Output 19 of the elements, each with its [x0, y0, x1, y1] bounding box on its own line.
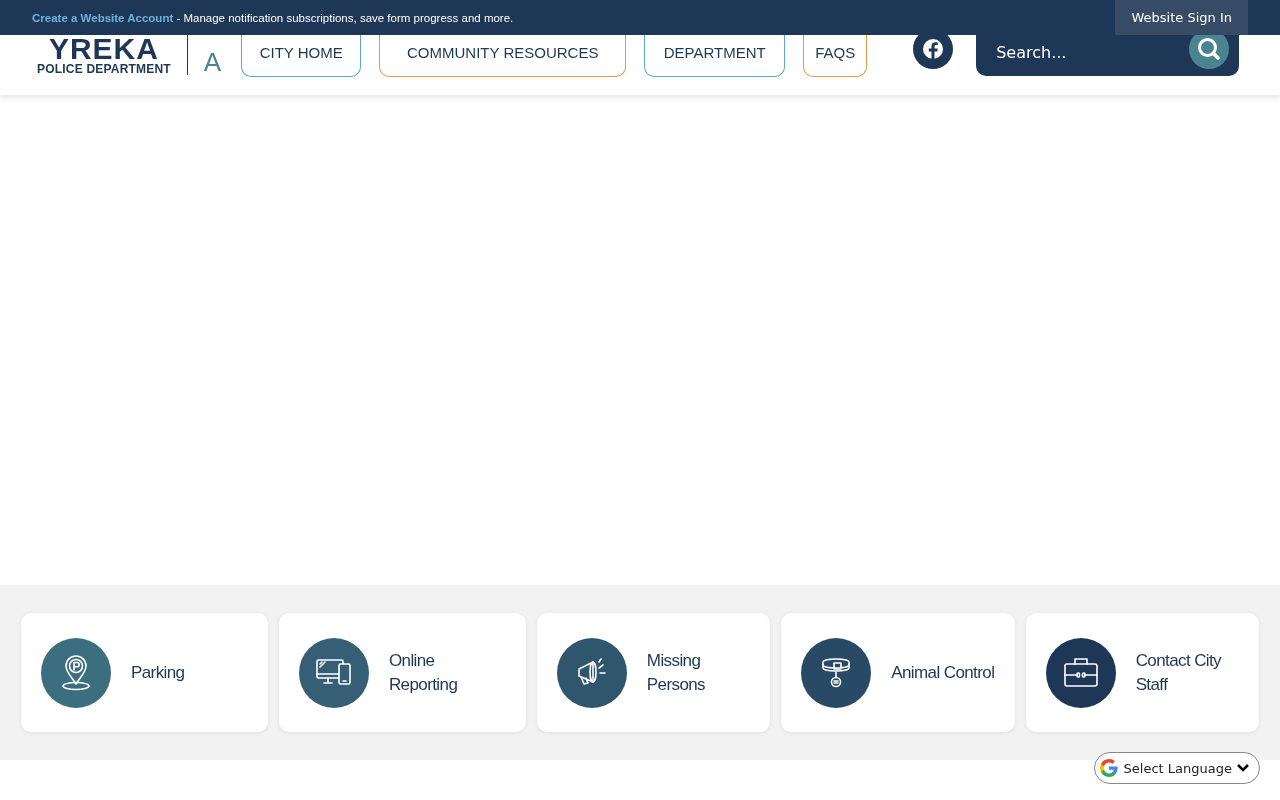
- account-message: Create a Website Account - Manage notification subscriptions, save form progress and more.: [32, 11, 514, 24]
- language-select[interactable]: Select Language: [1093, 752, 1260, 784]
- quick-link-label: Animal Control: [891, 661, 995, 684]
- google-icon: [1098, 758, 1119, 778]
- logo-wordmark[interactable]: YREKA: [48, 37, 159, 61]
- quick-link-label: Missing Persons: [646, 649, 706, 696]
- quick-link-card[interactable]: Online Reporting: [278, 613, 526, 732]
- quick-link-label: Contact City Staff: [1135, 649, 1223, 696]
- quick-link-card[interactable]: Animal Control: [781, 613, 1015, 732]
- quick-link-card[interactable]: Contact City Staff: [1025, 613, 1259, 732]
- chevron-down-icon: [1237, 764, 1249, 772]
- quick-link-label: Parking: [131, 661, 185, 684]
- logo-subtitle: POLICE DEPARTMENT: [37, 63, 171, 75]
- quick-link-label: Online Reporting: [388, 649, 459, 696]
- quick-link-card[interactable]: Parking: [21, 613, 268, 732]
- logo-letter: A: [203, 49, 222, 75]
- quick-link-card[interactable]: Missing Persons: [536, 613, 771, 732]
- sign-in-button[interactable]: Website Sign In: [1115, 0, 1248, 35]
- create-account-link[interactable]: Create a Website Account: [32, 11, 174, 24]
